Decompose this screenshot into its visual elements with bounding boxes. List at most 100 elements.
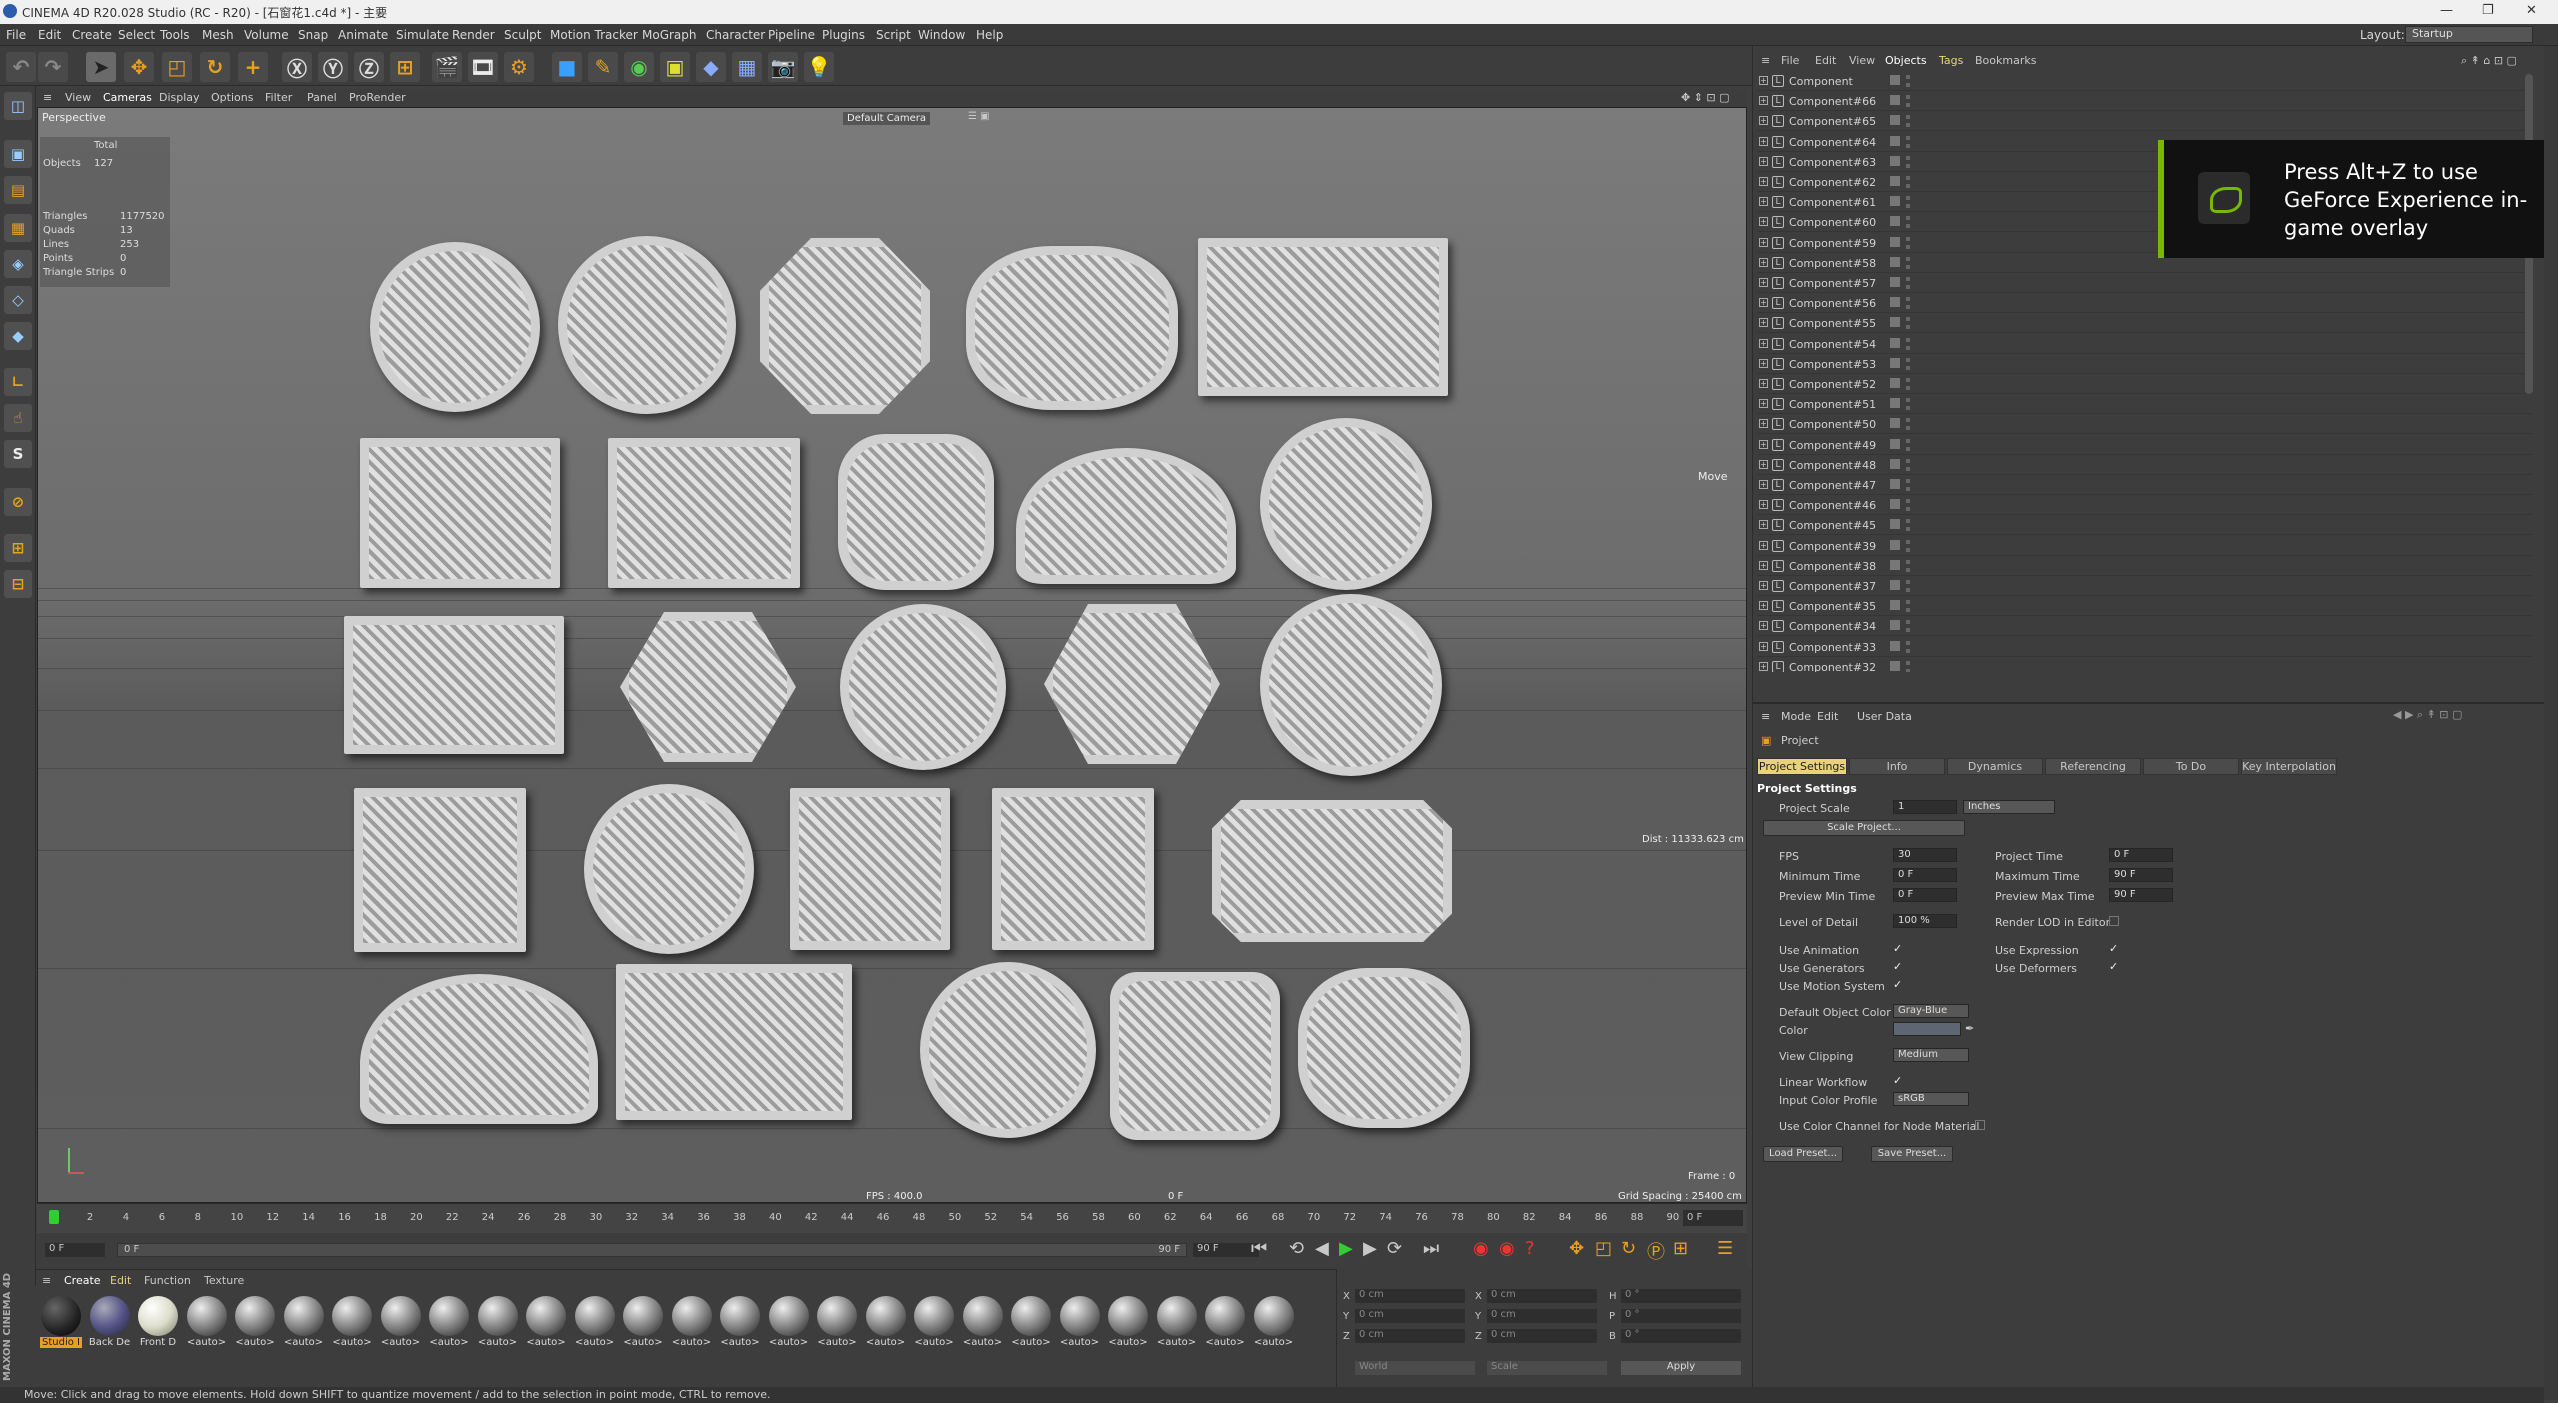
coord-b-field[interactable]: 0 ° <box>1621 1329 1741 1343</box>
object-row[interactable]: + L Component#46 <box>1757 496 2532 516</box>
viewport-menu-options[interactable]: Options <box>211 91 253 104</box>
object-row[interactable]: + L Component#65 <box>1757 112 2532 132</box>
material-item[interactable]: <auto> <box>865 1296 907 1350</box>
render-dots-icon[interactable] <box>1906 317 1910 330</box>
visibility-toggle-icon[interactable] <box>1890 297 1900 308</box>
expand-icon[interactable]: + <box>1759 641 1768 651</box>
points-mode-icon[interactable]: ◈ <box>4 250 32 278</box>
play-icon[interactable]: ▶ <box>1339 1238 1353 1259</box>
rotate-tool-icon[interactable]: ↻ <box>200 52 230 82</box>
render-dots-icon[interactable] <box>1906 640 1910 653</box>
max-time-field[interactable]: 90 F <box>2109 868 2173 882</box>
end-frame-field[interactable]: 90 F <box>1193 1243 1259 1257</box>
snapping-icon[interactable]: S <box>4 440 32 468</box>
coord-x-field[interactable]: 0 cm <box>1355 1289 1465 1303</box>
object-row[interactable]: + L Component#51 <box>1757 395 2532 415</box>
edges-mode-icon[interactable]: ◇ <box>4 286 32 314</box>
x-axis-icon[interactable]: Ⓧ <box>282 52 312 82</box>
render-settings-icon[interactable]: ⚙ <box>504 52 534 82</box>
object-row[interactable]: + L Component#37 <box>1757 577 2532 596</box>
input-profile-select[interactable]: sRGB <box>1893 1092 1969 1106</box>
material-item[interactable]: <auto> <box>1156 1296 1198 1350</box>
cube-icon[interactable]: ■ <box>552 52 582 82</box>
lattice-panel-octagon[interactable] <box>760 238 930 414</box>
menu-edit[interactable]: Edit <box>38 28 61 42</box>
object-row[interactable]: + L Component#66 <box>1757 92 2532 112</box>
prev-key-icon[interactable]: ⟲ <box>1289 1238 1304 1259</box>
object-row[interactable]: + L Component#32 <box>1757 658 2532 672</box>
viewport-display-icon[interactable]: ☰ ▣ <box>968 111 990 122</box>
visibility-toggle-icon[interactable] <box>1890 75 1900 85</box>
expand-icon[interactable]: + <box>1759 459 1768 469</box>
coordinate-system-icon[interactable]: ⊞ <box>390 52 420 82</box>
expand-icon[interactable]: + <box>1759 379 1768 388</box>
render-dots-icon[interactable] <box>1906 135 1910 148</box>
expand-icon[interactable]: + <box>1759 540 1768 550</box>
timeline-window-icon[interactable]: ☰ <box>1717 1238 1733 1259</box>
menu-plugins[interactable]: Plugins <box>822 28 865 42</box>
expand-icon[interactable]: + <box>1759 500 1768 510</box>
object-row[interactable]: + L Component#39 <box>1757 537 2532 556</box>
material-item[interactable]: <auto> <box>768 1296 810 1350</box>
camera-label[interactable]: Default Camera <box>843 112 930 125</box>
object-row[interactable]: + L Component#48 <box>1757 456 2532 475</box>
lattice-panel-quatrefoil[interactable] <box>838 434 994 590</box>
object-row[interactable]: + L Component#56 <box>1757 294 2532 314</box>
solo-icon[interactable]: ⊟ <box>4 570 32 598</box>
menu-simulate[interactable]: Simulate <box>396 28 449 42</box>
visibility-toggle-icon[interactable] <box>1890 580 1900 590</box>
redo-icon[interactable]: ↷ <box>38 52 68 82</box>
z-axis-icon[interactable]: Ⓩ <box>354 52 384 82</box>
expand-icon[interactable]: + <box>1759 136 1768 146</box>
object-row[interactable]: + L Component#49 <box>1757 436 2532 455</box>
load-preset-button[interactable]: Load Preset... <box>1763 1146 1843 1162</box>
render-lod-checkbox[interactable] <box>2109 916 2119 926</box>
expand-icon[interactable]: + <box>1759 96 1768 106</box>
expand-icon[interactable]: + <box>1759 257 1768 267</box>
expand-icon[interactable]: + <box>1759 661 1768 671</box>
min-time-field[interactable]: 0 F <box>1893 868 1957 882</box>
visibility-toggle-icon[interactable] <box>1890 479 1900 489</box>
visibility-toggle-icon[interactable] <box>1890 539 1900 550</box>
fan-panel-1[interactable] <box>1016 448 1236 584</box>
material-item[interactable]: <auto> <box>331 1296 373 1350</box>
model-mode-icon[interactable]: ▣ <box>4 140 32 168</box>
use-motion-checkbox[interactable]: ✓ <box>1893 979 1903 990</box>
playhead[interactable] <box>49 1210 59 1224</box>
material-item[interactable]: <auto> <box>671 1296 713 1350</box>
visibility-toggle-icon[interactable] <box>1890 256 1900 267</box>
tab-project-settings[interactable]: Project Settings <box>1757 758 1847 775</box>
visibility-toggle-icon[interactable] <box>1890 196 1900 207</box>
coord-apply-button[interactable]: Apply <box>1621 1361 1741 1375</box>
menu-help[interactable]: Help <box>976 28 1003 42</box>
menu-select[interactable]: Select <box>118 28 155 42</box>
lod-field[interactable]: 100 % <box>1893 914 1957 928</box>
expand-icon[interactable]: + <box>1759 298 1768 308</box>
material-item[interactable]: <auto> <box>525 1296 567 1350</box>
diamond-panel-rect[interactable] <box>360 438 560 588</box>
perspective-viewport[interactable]: Perspective Default Camera ☰ ▣ Move Dist… <box>37 107 1747 1203</box>
visibility-toggle-icon[interactable] <box>1890 378 1900 388</box>
select-arrow-icon[interactable]: ➤ <box>86 52 116 82</box>
render-dots-icon[interactable] <box>1906 75 1910 87</box>
expand-icon[interactable]: + <box>1759 116 1768 126</box>
obj-menu-file[interactable]: File <box>1781 54 1799 67</box>
object-row[interactable]: + L Component#53 <box>1757 355 2532 374</box>
texture-mode-icon[interactable]: ▤ <box>4 176 32 204</box>
menu-tools[interactable]: Tools <box>160 28 190 42</box>
render-dots-icon[interactable] <box>1906 660 1910 672</box>
render-dots-icon[interactable] <box>1906 418 1910 431</box>
obj-search-icon[interactable]: ⌕ ↟ ⌂ ⊡ ▢ <box>2461 54 2517 68</box>
visibility-toggle-icon[interactable] <box>1890 458 1900 469</box>
coord-mode-scale-select[interactable]: Scale <box>1487 1361 1607 1375</box>
prev-frame-icon[interactable]: ◀ <box>1315 1238 1329 1259</box>
obj-menu-tags[interactable]: Tags <box>1939 54 1963 67</box>
menu-snap[interactable]: Snap <box>298 28 328 42</box>
render-dots-icon[interactable] <box>1906 600 1910 613</box>
object-row[interactable]: + L Component#52 <box>1757 375 2532 394</box>
render-dots-icon[interactable] <box>1906 519 1910 532</box>
render-dots-icon[interactable] <box>1906 620 1910 633</box>
expand-icon[interactable]: + <box>1759 560 1768 570</box>
expand-icon[interactable]: + <box>1759 318 1768 328</box>
menu-sculpt[interactable]: Sculpt <box>504 28 541 42</box>
